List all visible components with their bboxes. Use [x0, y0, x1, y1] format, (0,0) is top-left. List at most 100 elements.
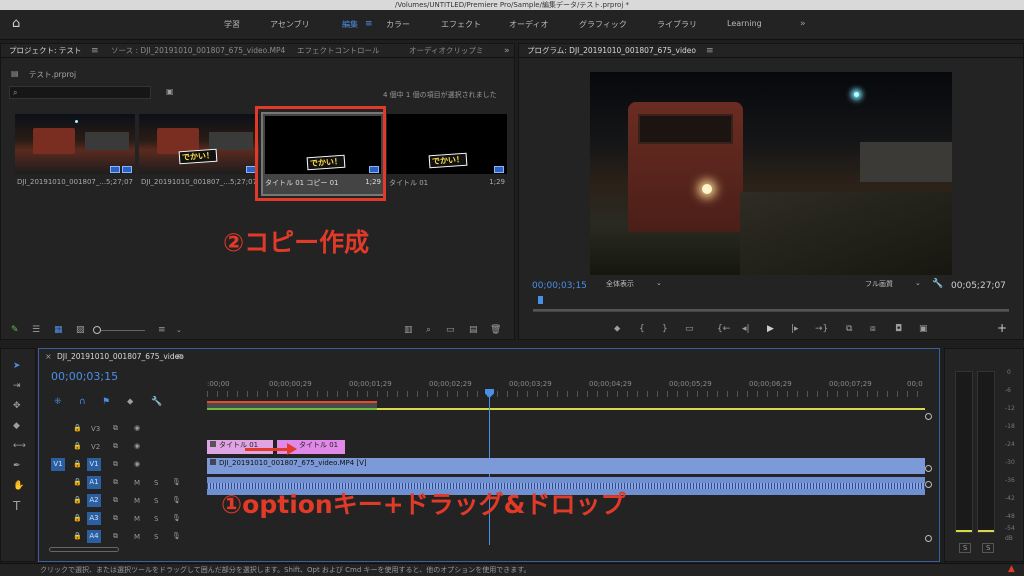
sync-lock-icon[interactable]: ⧉: [113, 532, 118, 541]
track-id[interactable]: A2: [87, 494, 101, 507]
track-id[interactable]: A3: [87, 512, 101, 525]
solo-button[interactable]: S: [154, 533, 158, 541]
more-workspaces-icon[interactable]: »: [800, 19, 806, 29]
camera-icon[interactable]: ◘: [895, 324, 902, 334]
icon-view-icon[interactable]: ▦: [54, 325, 63, 335]
list-view-icon[interactable]: ☰: [32, 325, 40, 335]
tab-effect-controls[interactable]: エフェクトコントロール: [297, 44, 380, 58]
track-end-handle[interactable]: [925, 535, 932, 542]
project-item-video-2[interactable]: でかい！ DJI_20191010_001807_... 5;27;07: [139, 114, 259, 194]
home-icon[interactable]: ⌂: [12, 17, 20, 30]
lift-icon[interactable]: ⧉: [846, 324, 852, 334]
track-lock-icon[interactable]: 🔒: [73, 424, 82, 432]
program-video-frame[interactable]: [590, 72, 952, 275]
workspace-graphics[interactable]: グラフィック: [579, 19, 627, 30]
microphone-icon[interactable]: 🎙: [172, 496, 181, 504]
more-tabs-icon[interactable]: »: [504, 46, 510, 56]
mute-button[interactable]: M: [134, 479, 140, 487]
workspace-audio[interactable]: オーディオ: [509, 19, 548, 30]
track-id[interactable]: A4: [87, 530, 101, 543]
freeform-view-icon[interactable]: ▧: [76, 325, 85, 335]
track-select-tool-icon[interactable]: ⇥: [13, 381, 21, 391]
eye-icon[interactable]: ◉: [134, 442, 140, 450]
selection-tool-icon[interactable]: ➤: [13, 361, 21, 371]
pencil-icon[interactable]: ✎: [11, 325, 19, 335]
chevron-down-icon[interactable]: ⌄: [176, 325, 182, 335]
zoom-select[interactable]: 全体表示 ⌄: [606, 279, 668, 291]
panel-menu-icon[interactable]: ≡: [91, 46, 99, 56]
type-tool-icon[interactable]: T: [13, 500, 20, 512]
sync-lock-icon[interactable]: ⧉: [113, 460, 118, 469]
title-clip-v2[interactable]: タイトル 01: [207, 440, 273, 454]
horizontal-scrollbar[interactable]: [49, 547, 119, 552]
razor-tool-icon[interactable]: ◆: [13, 421, 20, 431]
marker-icon[interactable]: ⬥: [127, 397, 133, 407]
safe-margins-icon[interactable]: ▭: [685, 324, 694, 334]
quality-select[interactable]: フル画質 ⌄: [865, 279, 927, 291]
track-id[interactable]: V1: [87, 458, 101, 471]
step-forward-icon[interactable]: |▸: [791, 324, 799, 334]
microphone-icon[interactable]: 🎙: [172, 514, 181, 522]
track-lock-icon[interactable]: 🔒: [73, 496, 82, 504]
solo-left-button[interactable]: S: [959, 543, 972, 553]
add-button-icon[interactable]: +: [997, 322, 1007, 334]
trash-icon[interactable]: 🗑: [490, 325, 501, 335]
mute-button[interactable]: M: [134, 497, 140, 505]
track-end-handle[interactable]: [925, 481, 932, 488]
workspace-libraries[interactable]: ライブラリ: [657, 19, 697, 30]
mark-out-icon[interactable]: }: [662, 324, 668, 334]
program-scrubber[interactable]: [533, 296, 1009, 312]
panel-menu-icon[interactable]: ≡: [706, 46, 714, 56]
mute-button[interactable]: M: [134, 533, 140, 541]
microphone-icon[interactable]: 🎙: [172, 532, 181, 540]
tab-program[interactable]: プログラム: DJI_20191010_001807_675_video: [527, 44, 696, 58]
mute-button[interactable]: M: [134, 515, 140, 523]
new-item-icon[interactable]: ▤: [469, 325, 478, 335]
add-marker-icon[interactable]: ⬥: [614, 324, 620, 334]
program-timecode[interactable]: 00;00;03;15: [532, 281, 587, 291]
track-end-handle[interactable]: [925, 413, 932, 420]
go-to-in-icon[interactable]: {←: [717, 324, 730, 334]
track-lock-icon[interactable]: 🔒: [73, 532, 82, 540]
sync-lock-icon[interactable]: ⧉: [113, 424, 118, 433]
play-icon[interactable]: ▶: [767, 324, 774, 334]
workspace-edit[interactable]: 編集: [342, 19, 358, 30]
sort-icon[interactable]: ≡: [158, 325, 166, 335]
project-item-title[interactable]: でかい！ タイトル 01 1;29: [387, 114, 507, 194]
sync-lock-icon[interactable]: ⧉: [113, 442, 118, 451]
automate-to-sequence-icon[interactable]: ▥: [404, 325, 413, 335]
nest-icon[interactable]: ⁜: [54, 397, 62, 407]
project-item-video-1[interactable]: DJI_20191010_001807_... 5;27;07: [15, 114, 135, 194]
wrench-icon[interactable]: 🔧: [151, 397, 162, 407]
pen-tool-icon[interactable]: ✒: [13, 461, 21, 471]
solo-button[interactable]: S: [154, 497, 158, 505]
ripple-edit-tool-icon[interactable]: ✥: [13, 401, 21, 411]
workspace-learn[interactable]: 学習: [224, 19, 240, 30]
track-id[interactable]: A1: [87, 476, 101, 489]
search-input[interactable]: ⌕: [9, 86, 151, 99]
extract-icon[interactable]: ⧈: [870, 324, 876, 334]
tab-sequence[interactable]: DJI_20191010_001807_675_video: [57, 352, 184, 361]
slip-tool-icon[interactable]: ⟷: [13, 441, 26, 451]
video-clip-v1[interactable]: DJI_20191010_001807_675_video.MP4 [V]: [207, 458, 925, 474]
sync-lock-icon[interactable]: ⧉: [113, 496, 118, 505]
tab-source[interactable]: ソース : DJI_20191010_001807_675_video.MP4: [111, 44, 285, 58]
go-to-out-icon[interactable]: →}: [815, 324, 828, 334]
microphone-icon[interactable]: 🎙: [172, 478, 181, 486]
zoom-slider-handle[interactable]: [93, 326, 101, 334]
solo-right-button[interactable]: S: [982, 543, 995, 553]
workspace-effects[interactable]: エフェクト: [441, 19, 481, 30]
workspace-learning[interactable]: Learning: [727, 19, 762, 28]
track-lock-icon[interactable]: 🔒: [73, 460, 82, 468]
workspace-menu-icon[interactable]: ≡: [365, 19, 373, 29]
workspace-assembly[interactable]: アセンブリ: [270, 19, 310, 30]
panel-menu-icon[interactable]: ≡: [176, 352, 184, 362]
program-playhead[interactable]: [538, 296, 544, 304]
hand-tool-icon[interactable]: ✋: [13, 481, 24, 491]
close-icon[interactable]: ×: [45, 352, 52, 362]
eye-icon[interactable]: ◉: [134, 424, 140, 432]
zoom-slider[interactable]: [93, 326, 145, 334]
track-end-handle[interactable]: [925, 465, 932, 472]
warning-icon[interactable]: ▲: [1008, 564, 1015, 574]
sync-lock-icon[interactable]: ⧉: [113, 514, 118, 523]
